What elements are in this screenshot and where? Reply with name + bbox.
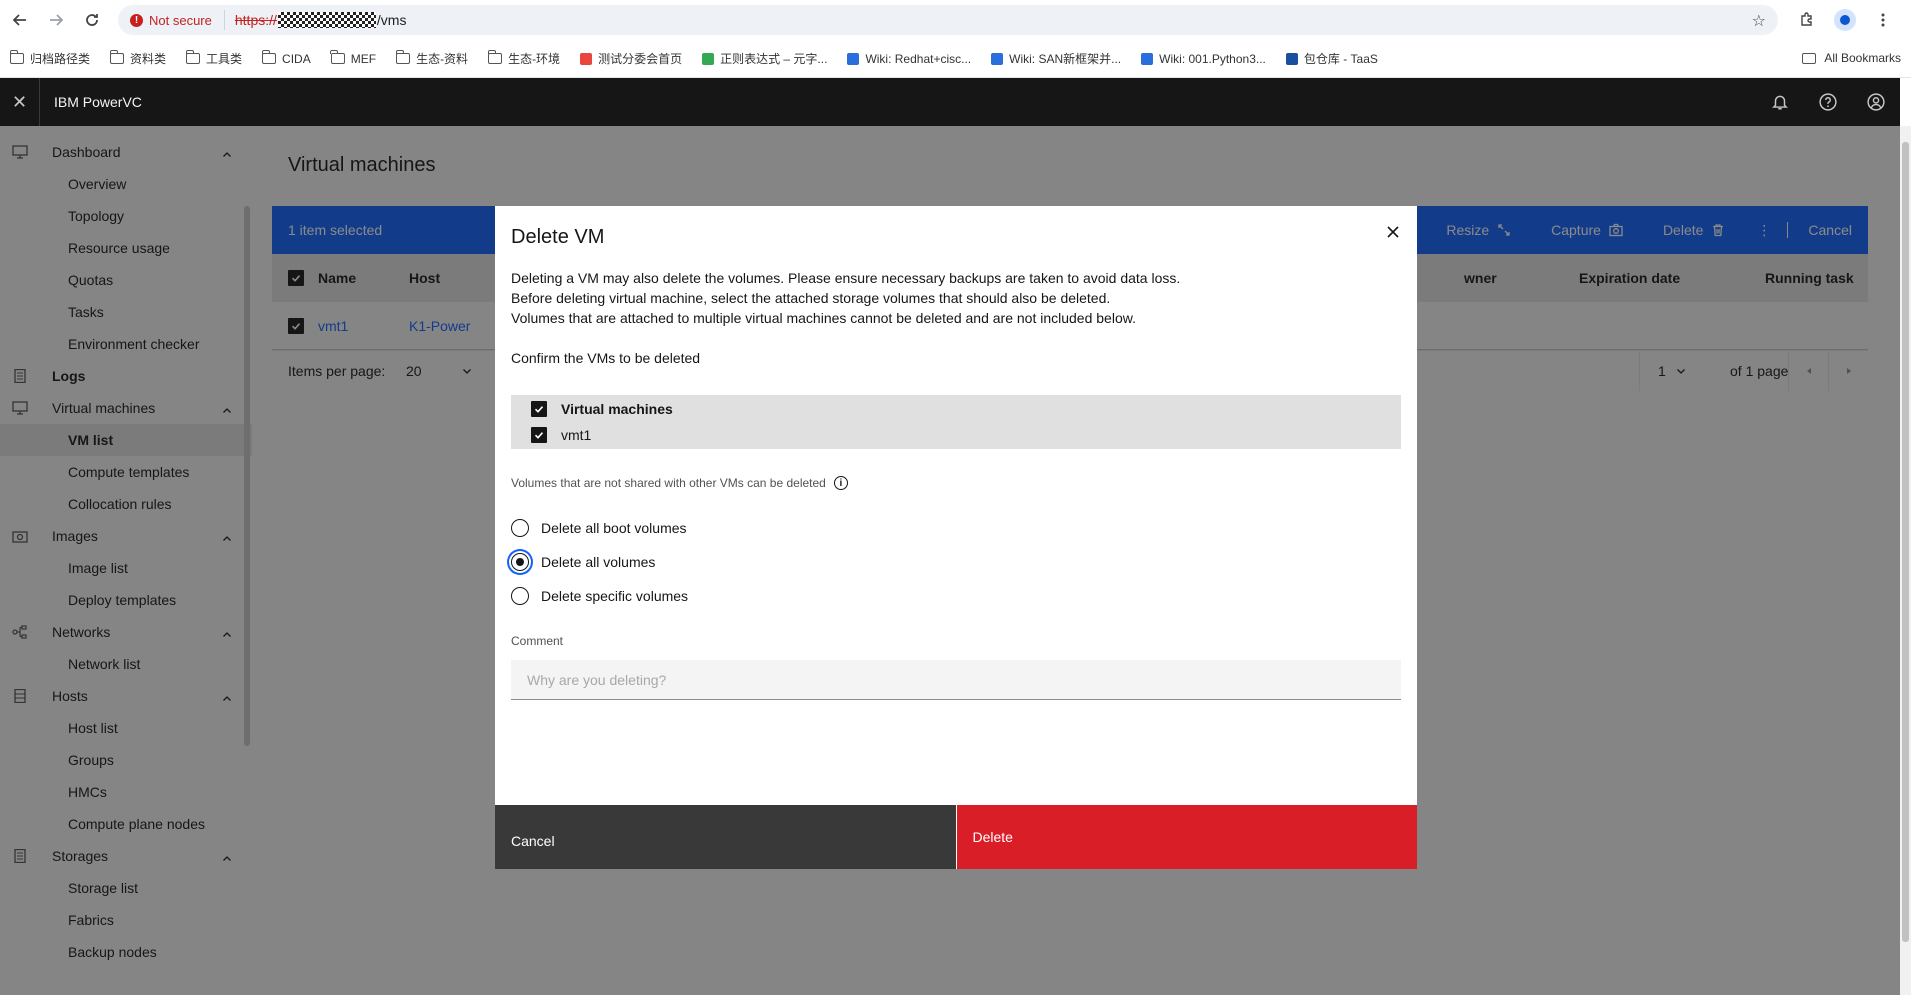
reload-icon[interactable] xyxy=(74,2,110,38)
bookmark-folder[interactable]: MEF xyxy=(330,50,376,66)
forward-icon[interactable] xyxy=(38,2,74,38)
radio-button-selected[interactable] xyxy=(511,553,529,571)
notification-icon[interactable] xyxy=(1756,78,1804,126)
favicon-icon xyxy=(1285,52,1298,65)
bookmark-folder[interactable]: 工具类 xyxy=(185,50,242,67)
warning-icon: ! xyxy=(130,13,143,27)
comment-input[interactable] xyxy=(511,660,1401,700)
confirm-vms-label: Confirm the VMs to be deleted xyxy=(511,350,701,366)
browser-toolbar: ! Not secure https:// /vms ☆ xyxy=(0,0,1911,40)
vm-confirm-table: Virtual machines vmt1 xyxy=(511,395,1401,449)
page-scrollbar[interactable] xyxy=(1900,126,1911,995)
bookmark-folder[interactable]: 归档路径类 xyxy=(9,50,90,67)
bookmark-link[interactable]: Wiki: SAN新框架并... xyxy=(991,50,1121,67)
user-avatar-icon[interactable] xyxy=(1852,78,1900,126)
bookmark-link[interactable]: Wiki: 001.Python3... xyxy=(1141,52,1266,66)
close-icon[interactable] xyxy=(1381,220,1405,244)
dialog-description: Deleting a VM may also delete the volume… xyxy=(511,268,1391,328)
volumes-label: Volumes that are not shared with other V… xyxy=(511,476,848,490)
bookmark-folder[interactable]: 资料类 xyxy=(109,50,166,67)
bookmark-link[interactable]: 测试分委会首页 xyxy=(580,50,682,67)
extensions-icon[interactable] xyxy=(1793,6,1821,34)
bookmark-star-icon[interactable]: ☆ xyxy=(1752,11,1766,31)
bookmark-folder[interactable]: 生态-环境 xyxy=(487,50,560,67)
security-indicator[interactable]: ! Not secure xyxy=(130,10,225,30)
vm-select-all-checkbox[interactable] xyxy=(531,401,547,417)
back-icon[interactable] xyxy=(2,2,38,38)
bookmarks-bar: 归档路径类 资料类 工具类 CIDA MEF 生态-资料 生态-环境 测试分委会首页 正则表达式… xyxy=(0,40,1911,78)
address-bar[interactable]: ! Not secure https:// /vms ☆ xyxy=(118,5,1778,35)
radio-delete-all-volumes[interactable]: Delete all volumes xyxy=(511,550,655,574)
app-header: ✕ IBM PowerVC xyxy=(0,78,1900,126)
delete-vm-dialog: Delete VM Deleting a VM may also delete … xyxy=(495,206,1417,869)
app-title: IBM PowerVC xyxy=(54,94,142,110)
bookmark-folder[interactable]: CIDA xyxy=(261,50,311,66)
favicon-icon xyxy=(847,52,860,65)
url-scheme: https:// xyxy=(234,12,277,28)
more-menu-icon[interactable] xyxy=(1869,6,1897,34)
vm-table-header: Virtual machines xyxy=(531,398,673,420)
vm-name: vmt1 xyxy=(561,427,592,443)
bookmark-link[interactable]: 正则表达式 – 元字... xyxy=(702,50,827,67)
folder-icon xyxy=(1802,52,1817,64)
url-host-redacted xyxy=(277,12,376,28)
url-path: /vms xyxy=(376,12,407,28)
url-text: https:// /vms xyxy=(234,12,407,28)
security-label: Not secure xyxy=(149,12,212,28)
bookmark-link[interactable]: 包仓库 - TaaS xyxy=(1285,50,1378,67)
folder-icon xyxy=(109,50,125,64)
favicon-icon xyxy=(580,52,593,65)
folder-icon xyxy=(261,50,277,64)
favicon-icon xyxy=(702,52,715,65)
list-item: vmt1 xyxy=(531,424,591,446)
comment-label: Comment xyxy=(511,634,564,648)
cancel-button[interactable]: Cancel xyxy=(495,805,956,869)
folder-icon xyxy=(185,50,201,64)
close-menu-icon[interactable]: ✕ xyxy=(0,78,40,126)
info-icon[interactable]: i xyxy=(833,476,848,490)
bookmark-link[interactable]: Wiki: Redhat+cisc... xyxy=(847,52,971,66)
all-bookmarks-button[interactable]: All Bookmarks xyxy=(1802,51,1901,65)
dialog-footer: Cancel Delete xyxy=(495,805,1417,869)
browser-actions xyxy=(1793,0,1911,40)
folder-icon xyxy=(9,50,24,64)
favicon-icon xyxy=(1141,52,1154,65)
radio-button[interactable] xyxy=(511,519,529,537)
description-line: Before deleting virtual machine, select … xyxy=(511,290,1111,306)
help-icon[interactable] xyxy=(1804,78,1852,126)
dialog-title: Delete VM xyxy=(511,226,605,248)
folder-icon xyxy=(487,50,503,64)
folder-icon xyxy=(395,50,411,64)
radio-button[interactable] xyxy=(511,587,529,605)
delete-button[interactable]: Delete xyxy=(956,805,1417,869)
profile-icon[interactable] xyxy=(1831,6,1859,34)
folder-icon xyxy=(330,50,345,64)
vm-checkbox[interactable] xyxy=(531,427,547,443)
radio-delete-boot-volumes[interactable]: Delete all boot volumes xyxy=(511,516,687,540)
description-line: Deleting a VM may also delete the volume… xyxy=(511,270,1181,286)
favicon-icon xyxy=(991,52,1004,65)
radio-delete-specific-volumes[interactable]: Delete specific volumes xyxy=(511,584,688,608)
bookmark-folder[interactable]: 生态-资料 xyxy=(395,50,468,67)
description-line: Volumes that are attached to multiple vi… xyxy=(511,310,1136,326)
